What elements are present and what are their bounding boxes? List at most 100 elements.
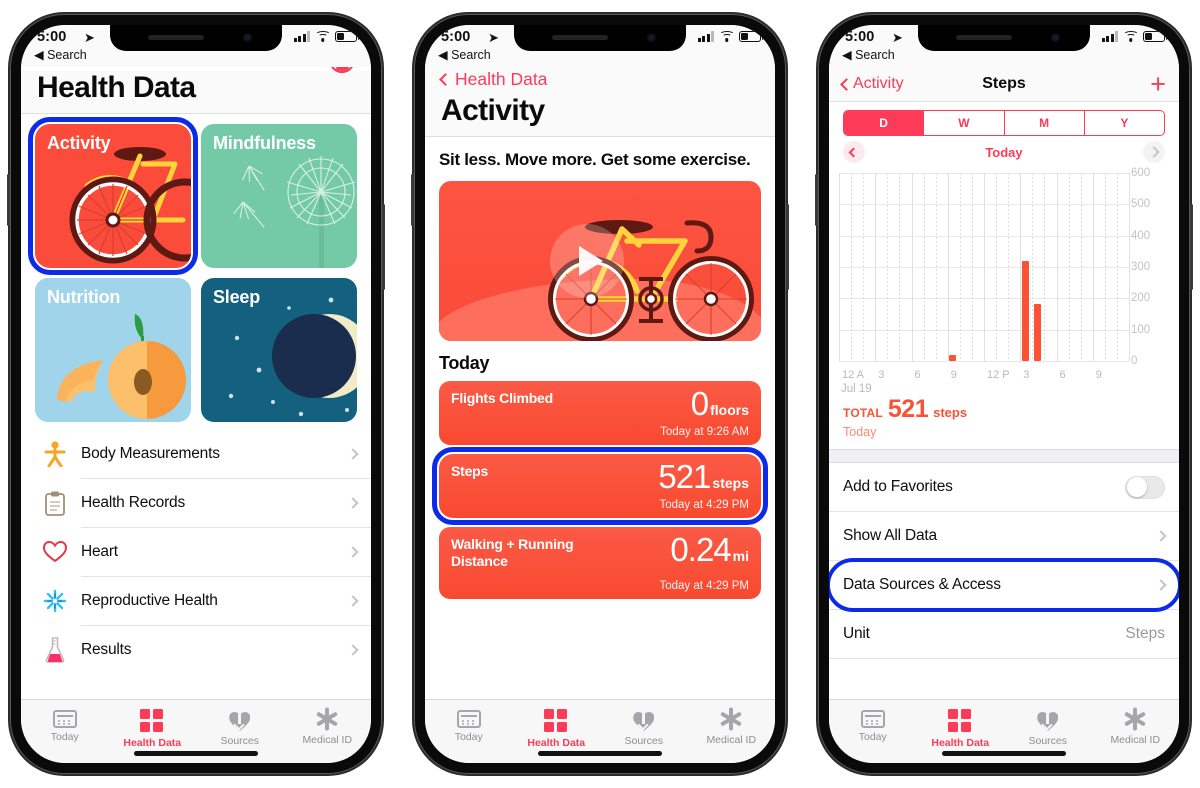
prev-day-button[interactable] [843,141,865,163]
list-item-label: Results [81,641,132,658]
tab-health-data[interactable]: Health Data [917,707,1005,749]
tile-nutrition[interactable]: Nutrition [35,278,191,422]
medical-asterisk-icon [315,707,339,731]
unit-value: Steps [1125,625,1165,642]
back-button-health-data[interactable]: Health Data [439,67,759,90]
chart-vertical-gridline [984,173,985,361]
tab-health-data[interactable]: Health Data [513,707,601,749]
segment-week[interactable]: W [924,111,1005,135]
status-back-to-search[interactable]: ◀ Search [438,47,491,62]
tab-sources[interactable]: Sources [196,707,284,747]
status-time: 5:00 [37,29,67,45]
tile-activity[interactable]: Activity [28,117,198,275]
data-card-walking-running-distance[interactable]: Walking + Running Distance 0.24 mi Today… [439,526,761,599]
period-segmented-control[interactable]: D W M Y [843,110,1165,136]
data-card-unit: steps [712,474,749,491]
chart-x-tick-label: 6 [1059,369,1066,381]
chart-x-tick-label: 3 [878,369,885,381]
tile-mindfulness[interactable]: Mindfulness [201,124,357,268]
list-item[interactable]: Heart [21,528,371,576]
play-icon[interactable] [550,223,625,298]
chart-bar[interactable] [949,354,957,361]
front-camera-icon [243,33,252,42]
list-item[interactable]: Health Records [21,479,371,527]
medical-asterisk-icon [719,707,743,731]
data-card-title: Steps [451,462,489,479]
tab-health-data[interactable]: Health Data [109,707,197,749]
segment-day[interactable]: D [844,111,925,135]
next-day-button[interactable] [1142,141,1165,163]
favorites-toggle[interactable] [1125,475,1165,499]
segment-year[interactable]: Y [1085,111,1164,135]
tab-today[interactable]: Today [829,707,917,743]
chevron-right-icon [347,595,359,607]
battery-icon [1143,31,1168,42]
chart-vertical-gridline [887,173,889,361]
calendar-icon [860,710,885,728]
tab-sources[interactable]: Sources [600,707,688,747]
grid-icon [947,709,973,734]
tab-sources[interactable]: Sources [1004,707,1092,747]
list-item[interactable]: Reproductive Health [21,577,371,625]
flask-icon [35,637,75,663]
tile-activity-label: Activity [47,133,111,153]
list-item-show-all-data[interactable]: Show All Data [829,512,1179,560]
chart-vertical-gridline [851,173,853,361]
tab-medical-id[interactable]: Medical ID [284,707,372,746]
segment-month[interactable]: M [1005,111,1085,135]
list-item-unit[interactable]: Unit Steps [829,610,1179,658]
tab-today[interactable]: Today [425,707,513,743]
tile-sleep-label: Sleep [213,287,261,307]
phone1-header: Health Data [21,47,371,113]
tile-sleep[interactable]: Sleep [201,278,357,422]
home-indicator[interactable] [134,751,258,756]
list-item-add-to-favorites[interactable]: Add to Favorites [829,463,1179,511]
section-gap [829,449,1179,463]
grid-icon [543,709,569,734]
tab-medical-id[interactable]: Medical ID [1092,707,1180,746]
home-indicator[interactable] [942,751,1066,756]
chart-vertical-gridline [911,173,913,361]
chart-vertical-gridline [875,173,877,361]
video-card[interactable] [439,180,761,341]
tab-label: Health Data [123,737,182,749]
steps-chart[interactable]: 0 100 200 300 400 500 600 12 A 3 6 9 12 P 3 6 9 Jul 1… [839,167,1173,395]
data-card-steps[interactable]: Steps 521 steps Today at 4:29 PM [432,446,768,525]
chevron-left-icon [439,73,452,86]
chart-vertical-gridline [996,173,998,361]
page-title: Health Data [37,71,196,104]
chart-bar[interactable] [1033,303,1041,361]
chart-bar[interactable] [1021,261,1029,361]
total-value: 521 [887,395,929,423]
list-item-label: Unit [843,625,870,642]
data-card-value-group: 0.24 mi [670,531,749,569]
home-indicator[interactable] [538,751,662,756]
chart-x-date: Jul 19 [841,383,872,395]
list-item-data-sources-and-access[interactable]: Data Sources & Access [829,558,1179,612]
chart-vertical-gridline [1129,173,1130,361]
list-item[interactable]: Body Measurements [21,430,371,478]
notch [110,25,282,51]
chart-x-tick-label: 9 [1095,369,1102,381]
chart-vertical-gridline [935,173,937,361]
body-figure-icon [35,441,75,467]
tab-today[interactable]: Today [21,707,109,743]
list-item[interactable]: Results [21,626,371,674]
chevron-right-icon [347,497,359,509]
data-card-title: Flights Climbed [451,389,554,406]
plus-icon[interactable]: + [1150,70,1166,98]
status-back-to-search[interactable]: ◀ Search [842,47,895,62]
data-card-flights-climbed[interactable]: Flights Climbed 0 floors Today at 9:26 A… [439,380,761,445]
status-time: 5:00 [845,29,875,45]
data-card-unit: floors [710,401,749,418]
status-indicators [1101,31,1168,42]
data-card-title: Walking + Running Distance [451,535,574,569]
status-back-to-search[interactable]: ◀ Search [34,47,87,62]
phone3-navbar: Activity Steps + [829,67,1179,101]
flower-burst-icon [35,589,75,613]
chart-vertical-gridline [971,173,973,361]
tab-medical-id[interactable]: Medical ID [688,707,776,746]
phone2-header: Health Data Activity [425,67,775,136]
list-item-label: Health Records [81,494,186,511]
speaker-icon [148,35,204,40]
